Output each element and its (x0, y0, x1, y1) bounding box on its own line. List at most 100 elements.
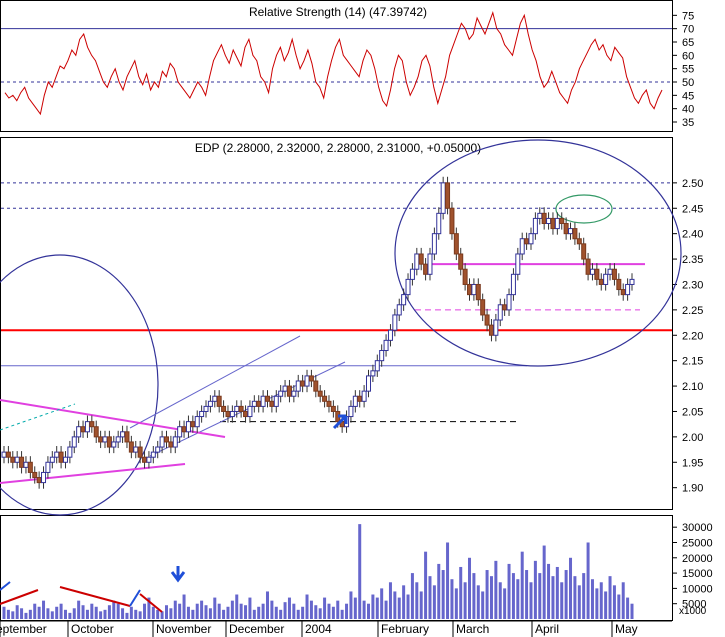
price-candle (146, 456, 152, 463)
price-candle (62, 456, 68, 463)
volume-bar (20, 608, 24, 619)
volume-bar (384, 600, 388, 619)
volume-bar (454, 588, 458, 619)
volume-bar (15, 605, 19, 619)
price-candle (396, 304, 402, 316)
price-candle (282, 385, 288, 392)
price-candle (291, 390, 297, 397)
rsi-tick-label: 70 (682, 24, 694, 36)
rsi-tick-label: 55 (682, 64, 694, 76)
price-tick-label: 1.90 (682, 483, 703, 495)
volume-tick-label: 15000 (682, 568, 713, 580)
price-candle (243, 410, 249, 418)
price-candle (352, 395, 358, 407)
volume-bar (173, 600, 177, 619)
volume-bar (555, 566, 559, 619)
volume-bar (143, 603, 147, 619)
volume-tick-label: 5000 (682, 599, 706, 611)
volume-bar (415, 582, 419, 619)
price-candle (506, 294, 512, 311)
volume-bar (99, 611, 103, 619)
price-candle (89, 421, 95, 428)
price-candle (414, 253, 420, 270)
price-candle (212, 395, 218, 402)
volume-bar (569, 557, 573, 619)
price-candle (286, 385, 292, 397)
volume-bar (380, 588, 384, 619)
price-tick-label: 2.05 (682, 406, 703, 418)
price-candle (128, 441, 134, 453)
price-candle (585, 258, 591, 275)
price-candle (58, 451, 64, 463)
volume-bar (489, 576, 493, 619)
price-candle (36, 477, 42, 484)
price-candle (524, 238, 530, 245)
price-candle (387, 329, 393, 341)
price-tick-label: 2.20 (682, 330, 703, 342)
price-candle (317, 390, 323, 397)
volume-bar (55, 606, 59, 619)
price-candle (322, 395, 328, 402)
volume-bar (33, 603, 37, 619)
volume-bar (186, 606, 190, 619)
volume-bar (424, 551, 428, 619)
price-candle (308, 375, 314, 382)
price-candle (251, 400, 257, 407)
volume-bar (204, 605, 208, 619)
volume-bar (375, 597, 379, 619)
price-candle (168, 441, 174, 448)
price-candle (625, 283, 631, 296)
chart: Relative Strength (14) (47.39742) EDP (2… (0, 0, 713, 637)
price-candle (559, 217, 565, 225)
price-candle (607, 268, 613, 275)
price-candle (611, 268, 617, 280)
volume-bar (261, 603, 265, 619)
volume-bar (305, 594, 309, 619)
price-tick-label: 2.15 (682, 356, 703, 368)
price-candle (80, 426, 86, 433)
volume-bar (547, 563, 551, 619)
price-candle (207, 400, 213, 407)
volume-bar (336, 600, 340, 619)
volume-bar (129, 606, 133, 619)
volume-bar (551, 576, 555, 619)
volume-bar (301, 606, 305, 619)
volume-bar (507, 563, 511, 619)
volume-bar (485, 570, 489, 619)
price-candle (550, 217, 556, 230)
volume-bar (279, 609, 283, 619)
x-tick-label: December (229, 622, 284, 636)
volume-bar (90, 603, 94, 619)
price-candle (23, 461, 29, 468)
volume-bar (371, 594, 375, 619)
price-candle (124, 431, 130, 443)
price-candle (379, 350, 385, 362)
volume-bar (397, 597, 401, 619)
price-candle (409, 268, 415, 280)
volume-bar (309, 600, 313, 619)
price-candle (568, 228, 574, 235)
volume-tick-label: 20000 (682, 553, 713, 565)
volume-bar (428, 576, 432, 619)
price-candle (383, 339, 389, 352)
price-candle (190, 421, 196, 428)
price-candle (427, 253, 433, 275)
price-candle (603, 273, 609, 285)
volume-bar (37, 606, 41, 619)
price-candle (488, 324, 494, 336)
rsi-title: Relative Strength (14) (47.39742) (249, 5, 427, 19)
volume-bar (393, 591, 397, 619)
price-candle (348, 405, 354, 418)
volume-bar (59, 603, 63, 619)
volume-bar (274, 606, 278, 619)
price-candle (54, 451, 60, 458)
volume-bar (538, 573, 542, 619)
volume-bar (340, 609, 344, 619)
price-candle (300, 380, 306, 387)
volume-bar (248, 597, 252, 619)
rsi-tick-label: 35 (682, 117, 694, 129)
volume-bar (586, 542, 590, 619)
price-candle (515, 253, 521, 275)
volume-bar (432, 585, 436, 619)
price-candle (199, 410, 205, 418)
